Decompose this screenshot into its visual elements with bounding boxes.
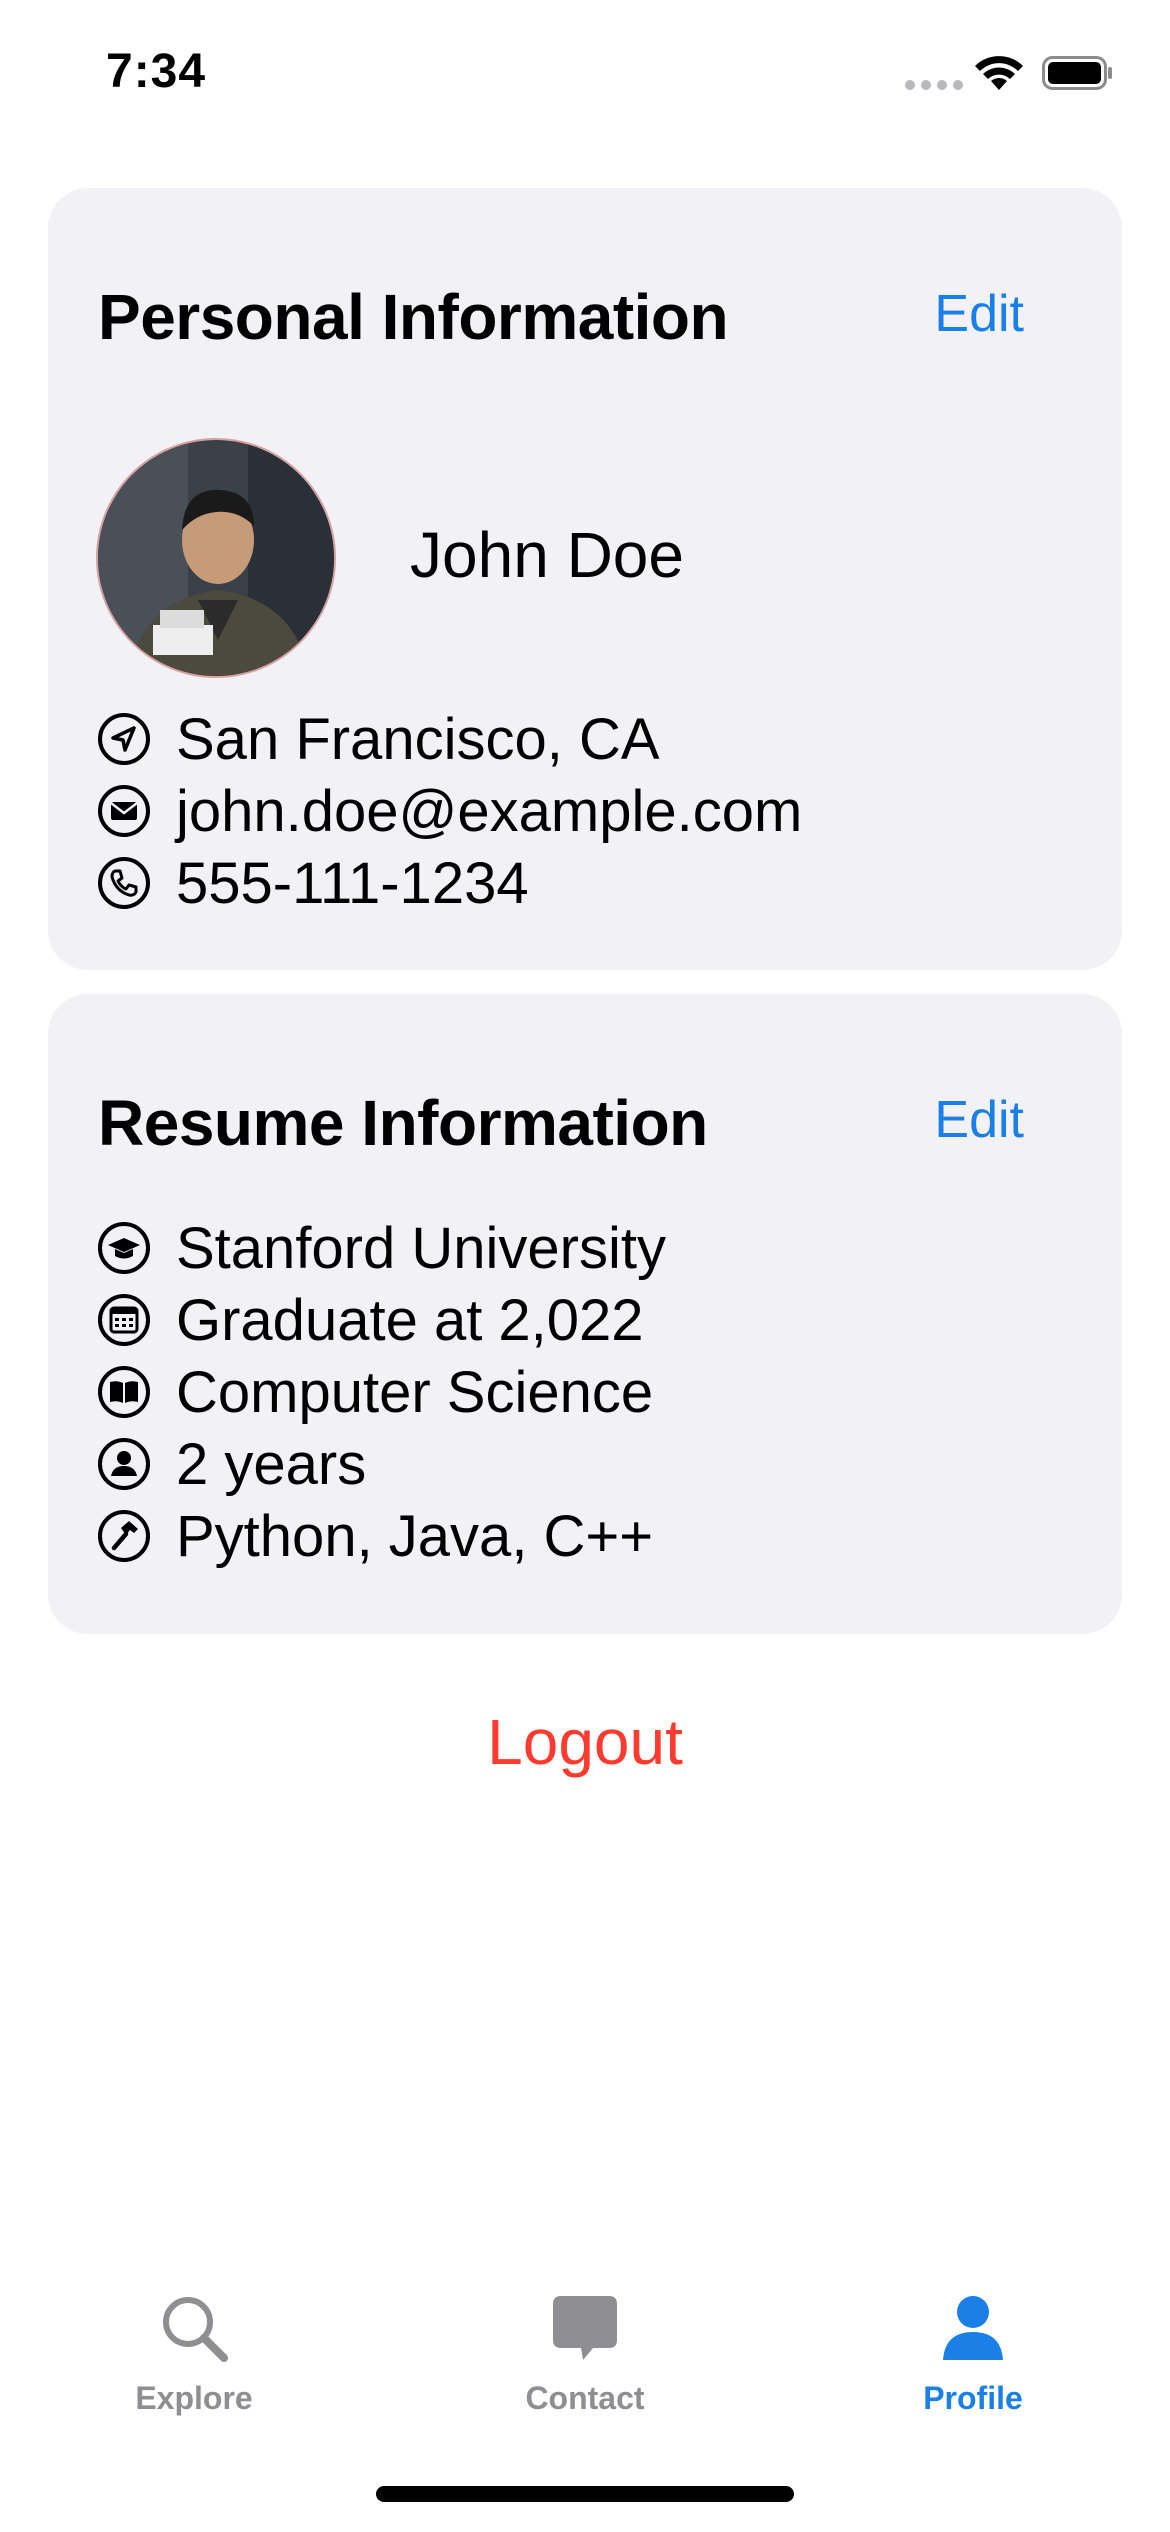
tab-contact-label: Contact [525,2380,645,2416]
phone-icon [98,857,150,909]
profile-screen: 7:34 Personal Information Edit John Doe … [0,0,1170,2532]
hammer-icon [98,1510,150,1562]
location-arrow-icon [98,713,150,765]
tab-explore-label: Explore [135,2380,253,2416]
email-row: john.doe@example.com [96,775,802,847]
phone-row: 555-111-1234 [96,847,802,919]
school-row: Stanford University [96,1212,666,1284]
person-icon [943,2296,1003,2360]
skills-row: Python, Java, C++ [96,1500,666,1572]
wifi-icon [975,56,1023,90]
experience-row: 2 years [96,1428,666,1500]
skills-text: Python, Java, C++ [176,1503,654,1569]
message-bubble-icon [553,2296,617,2360]
personal-edit-button[interactable]: Edit [934,284,1024,344]
major-row: Computer Science [96,1356,666,1428]
avatar [96,438,336,678]
status-bar: 7:34 [0,0,1170,150]
resume-information-card: Resume Information Edit Stanford Univers… [48,994,1122,1634]
tab-profile[interactable]: Profile [853,2290,1093,2417]
envelope-icon [98,785,150,837]
location-row: San Francisco, CA [96,703,802,775]
resume-edit-button[interactable]: Edit [934,1090,1024,1150]
tab-contact[interactable]: Contact [465,2290,705,2417]
cellular-signal-icon [905,80,963,90]
personal-info-list: San Francisco, CA john.doe@example.com 5… [96,703,802,919]
magnifying-glass-icon [163,2297,228,2362]
experience-text: 2 years [176,1431,367,1497]
personal-information-title: Personal Information [98,281,729,353]
resume-information-title: Resume Information [98,1087,708,1159]
resume-info-list: Stanford University Graduate at 2,022 Co… [96,1212,666,1572]
profile-name: John Doe [410,519,684,591]
person-icon [98,1438,150,1490]
home-indicator [376,2486,794,2502]
school-text: Stanford University [176,1215,666,1281]
calendar-icon [98,1294,150,1346]
status-time: 7:34 [106,45,207,98]
battery-icon [1042,56,1112,90]
tab-bar: Explore Contact Profile [0,2290,1170,2440]
graduation-text: Graduate at 2,022 [176,1287,644,1353]
location-text: San Francisco, CA [176,706,660,772]
personal-information-card: Personal Information Edit John Doe San F… [48,188,1122,970]
book-icon [98,1366,150,1418]
email-text: john.doe@example.com [176,778,803,844]
tab-profile-label: Profile [923,2380,1023,2416]
logout-button[interactable]: Logout [0,1705,1170,1779]
major-text: Computer Science [176,1359,654,1425]
tab-explore[interactable]: Explore [74,2290,314,2417]
graduation-row: Graduate at 2,022 [96,1284,666,1356]
phone-text: 555-111-1234 [176,850,529,916]
graduation-cap-icon [98,1222,150,1274]
